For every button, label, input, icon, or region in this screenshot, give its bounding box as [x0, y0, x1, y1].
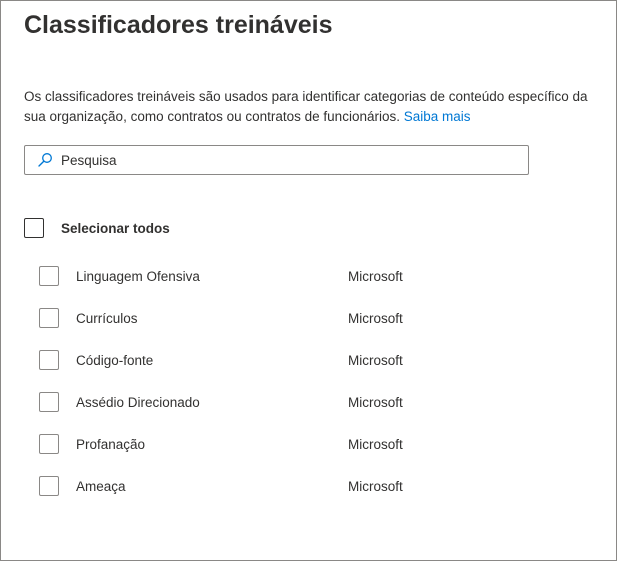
classifier-name: Linguagem Ofensiva: [76, 268, 200, 284]
row-checkbox[interactable]: [39, 392, 59, 412]
description: Os classificadores treináveis são usados…: [24, 87, 604, 127]
list-item[interactable]: Profanação Microsoft: [39, 433, 599, 455]
search-box[interactable]: [24, 145, 529, 175]
list-item[interactable]: Ameaça Microsoft: [39, 475, 599, 497]
row-checkbox[interactable]: [39, 308, 59, 328]
classifier-publisher: Microsoft: [348, 436, 403, 452]
page-title: Classificadores treináveis: [24, 11, 333, 39]
classifier-publisher: Microsoft: [348, 394, 403, 410]
list-item[interactable]: Currículos Microsoft: [39, 307, 599, 329]
learn-more-link[interactable]: Saiba mais: [404, 109, 471, 124]
list-item[interactable]: Linguagem Ofensiva Microsoft: [39, 265, 599, 287]
classifier-publisher: Microsoft: [348, 310, 403, 326]
classifier-name: Profanação: [76, 436, 146, 452]
search-input[interactable]: [61, 152, 481, 168]
list-item[interactable]: Código-fonte Microsoft: [39, 349, 599, 371]
row-checkbox[interactable]: [39, 434, 59, 454]
classifier-name: Currículos: [76, 310, 138, 326]
classifier-name: Ameaça: [76, 478, 126, 494]
description-text: Os classificadores treináveis são usados…: [24, 89, 588, 124]
classifier-publisher: Microsoft: [348, 478, 403, 494]
search-icon: [37, 152, 53, 168]
classifier-name: Código-fonte: [76, 352, 154, 368]
classifier-name: Assédio Direcionado: [76, 394, 200, 410]
list-item[interactable]: Assédio Direcionado Microsoft: [39, 391, 599, 413]
select-all-label: Selecionar todos: [61, 220, 170, 236]
trainable-classifiers-panel: Classificadores treináveis Os classifica…: [0, 0, 617, 561]
classifier-publisher: Microsoft: [348, 268, 403, 284]
row-checkbox[interactable]: [39, 476, 59, 496]
classifier-publisher: Microsoft: [348, 352, 403, 368]
row-checkbox[interactable]: [39, 266, 59, 286]
row-checkbox[interactable]: [39, 350, 59, 370]
select-all-row[interactable]: Selecionar todos: [24, 218, 170, 238]
select-all-checkbox[interactable]: [24, 218, 44, 238]
